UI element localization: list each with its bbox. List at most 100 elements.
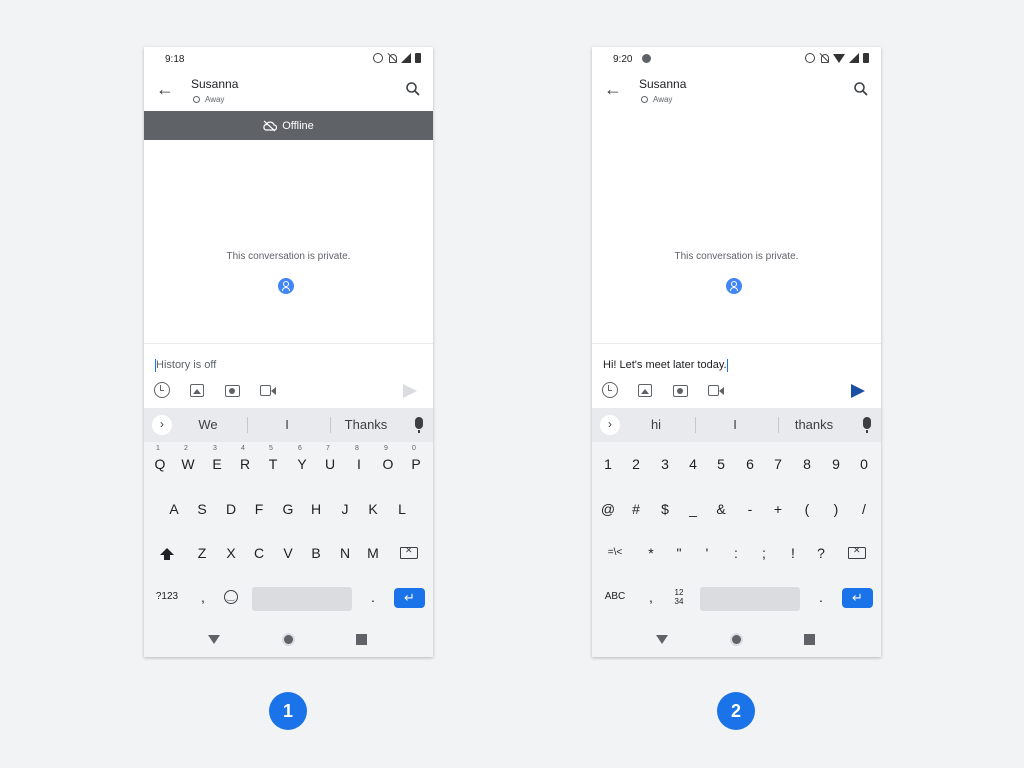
key[interactable]: B: [305, 538, 327, 568]
key[interactable]: 4: [682, 449, 704, 479]
key[interactable]: ): [825, 494, 847, 524]
shift-icon[interactable]: [160, 548, 174, 560]
key[interactable]: 9: [825, 449, 847, 479]
key[interactable]: D: [220, 494, 242, 524]
key[interactable]: 5: [710, 449, 732, 479]
microphone-icon[interactable]: [863, 417, 871, 433]
key[interactable]: 6Y: [291, 445, 313, 479]
send-icon[interactable]: [403, 384, 417, 398]
nav-home-icon[interactable]: [730, 633, 743, 646]
key[interactable]: 2: [625, 449, 647, 479]
key[interactable]: G: [277, 494, 299, 524]
contact-name[interactable]: Susanna: [191, 77, 238, 91]
key[interactable]: _: [682, 494, 704, 524]
key[interactable]: 5T: [262, 445, 284, 479]
key[interactable]: +: [767, 494, 789, 524]
key[interactable]: -: [739, 494, 761, 524]
message-input[interactable]: History is off: [155, 357, 422, 373]
key[interactable]: 2W: [177, 445, 199, 479]
key[interactable]: J: [334, 494, 356, 524]
image-icon[interactable]: [190, 384, 204, 397]
nav-home-icon[interactable]: [282, 633, 295, 646]
chevron-right-icon[interactable]: ›: [600, 415, 620, 435]
numpad-key[interactable]: 12 34: [668, 582, 690, 612]
key[interactable]: L: [391, 494, 413, 524]
key[interactable]: 6: [739, 449, 761, 479]
key[interactable]: 0: [853, 449, 875, 479]
video-icon[interactable]: [260, 385, 276, 396]
key[interactable]: 8I: [348, 445, 370, 479]
period-key[interactable]: .: [810, 582, 832, 612]
arrow-back-icon[interactable]: ←: [604, 79, 624, 99]
key[interactable]: (: [796, 494, 818, 524]
key[interactable]: &: [710, 494, 732, 524]
key[interactable]: M: [362, 538, 384, 568]
history-icon[interactable]: [602, 382, 618, 398]
key[interactable]: N: [334, 538, 356, 568]
search-icon[interactable]: [405, 81, 421, 97]
key[interactable]: H: [305, 494, 327, 524]
nav-back-icon[interactable]: [208, 635, 220, 644]
key[interactable]: C: [248, 538, 270, 568]
key[interactable]: $: [654, 494, 676, 524]
suggestion-item[interactable]: Thanks: [331, 417, 401, 432]
camera-icon[interactable]: [673, 385, 688, 397]
suggestion-item[interactable]: I: [700, 417, 770, 432]
key[interactable]: V: [277, 538, 299, 568]
video-icon[interactable]: [708, 385, 724, 396]
suggestion-item[interactable]: hi: [621, 417, 691, 432]
key[interactable]: X: [220, 538, 242, 568]
key[interactable]: ": [668, 538, 690, 568]
nav-back-icon[interactable]: [656, 635, 668, 644]
period-key[interactable]: .: [362, 582, 384, 612]
space-bar[interactable]: [252, 587, 352, 611]
key[interactable]: ': [696, 538, 718, 568]
key[interactable]: 3E: [206, 445, 228, 479]
key[interactable]: S: [191, 494, 213, 524]
suggestion-item[interactable]: We: [173, 417, 243, 432]
key[interactable]: :: [725, 538, 747, 568]
key[interactable]: 1Q: [149, 445, 171, 479]
camera-icon[interactable]: [225, 385, 240, 397]
image-icon[interactable]: [638, 384, 652, 397]
key[interactable]: /: [853, 494, 875, 524]
chevron-right-icon[interactable]: ›: [152, 415, 172, 435]
arrow-back-icon[interactable]: ←: [156, 79, 176, 99]
search-icon[interactable]: [853, 81, 869, 97]
key[interactable]: ;: [753, 538, 775, 568]
contact-name[interactable]: Susanna: [639, 77, 686, 91]
key[interactable]: 1: [597, 449, 619, 479]
key[interactable]: 7: [767, 449, 789, 479]
comma-key[interactable]: ,: [640, 582, 662, 612]
key[interactable]: 7U: [319, 445, 341, 479]
key[interactable]: 3: [654, 449, 676, 479]
nav-recents-icon[interactable]: [356, 634, 367, 645]
key[interactable]: 8: [796, 449, 818, 479]
key[interactable]: @: [597, 494, 619, 524]
key[interactable]: #: [625, 494, 647, 524]
suggestion-item[interactable]: thanks: [779, 417, 849, 432]
key[interactable]: =\<: [602, 538, 628, 568]
emoji-icon[interactable]: [224, 590, 238, 604]
letters-mode-key[interactable]: ABC: [602, 582, 628, 612]
suggestion-item[interactable]: I: [252, 417, 322, 432]
history-icon[interactable]: [154, 382, 170, 398]
enter-icon[interactable]: ↵: [842, 588, 873, 608]
space-bar[interactable]: [700, 587, 800, 611]
key[interactable]: F: [248, 494, 270, 524]
key[interactable]: *: [640, 538, 662, 568]
key[interactable]: A: [163, 494, 185, 524]
key[interactable]: 0P: [405, 445, 427, 479]
microphone-icon[interactable]: [415, 417, 423, 433]
nav-recents-icon[interactable]: [804, 634, 815, 645]
enter-icon[interactable]: ↵: [394, 588, 425, 608]
symbols-mode-key[interactable]: ?123: [154, 582, 180, 612]
backspace-icon[interactable]: [848, 545, 866, 559]
backspace-icon[interactable]: [400, 545, 418, 559]
key[interactable]: 9O: [377, 445, 399, 479]
key[interactable]: !: [782, 538, 804, 568]
message-input[interactable]: Hi! Let's meet later today.: [603, 357, 870, 373]
key[interactable]: K: [362, 494, 384, 524]
key[interactable]: Z: [191, 538, 213, 568]
comma-key[interactable]: ,: [192, 582, 214, 612]
